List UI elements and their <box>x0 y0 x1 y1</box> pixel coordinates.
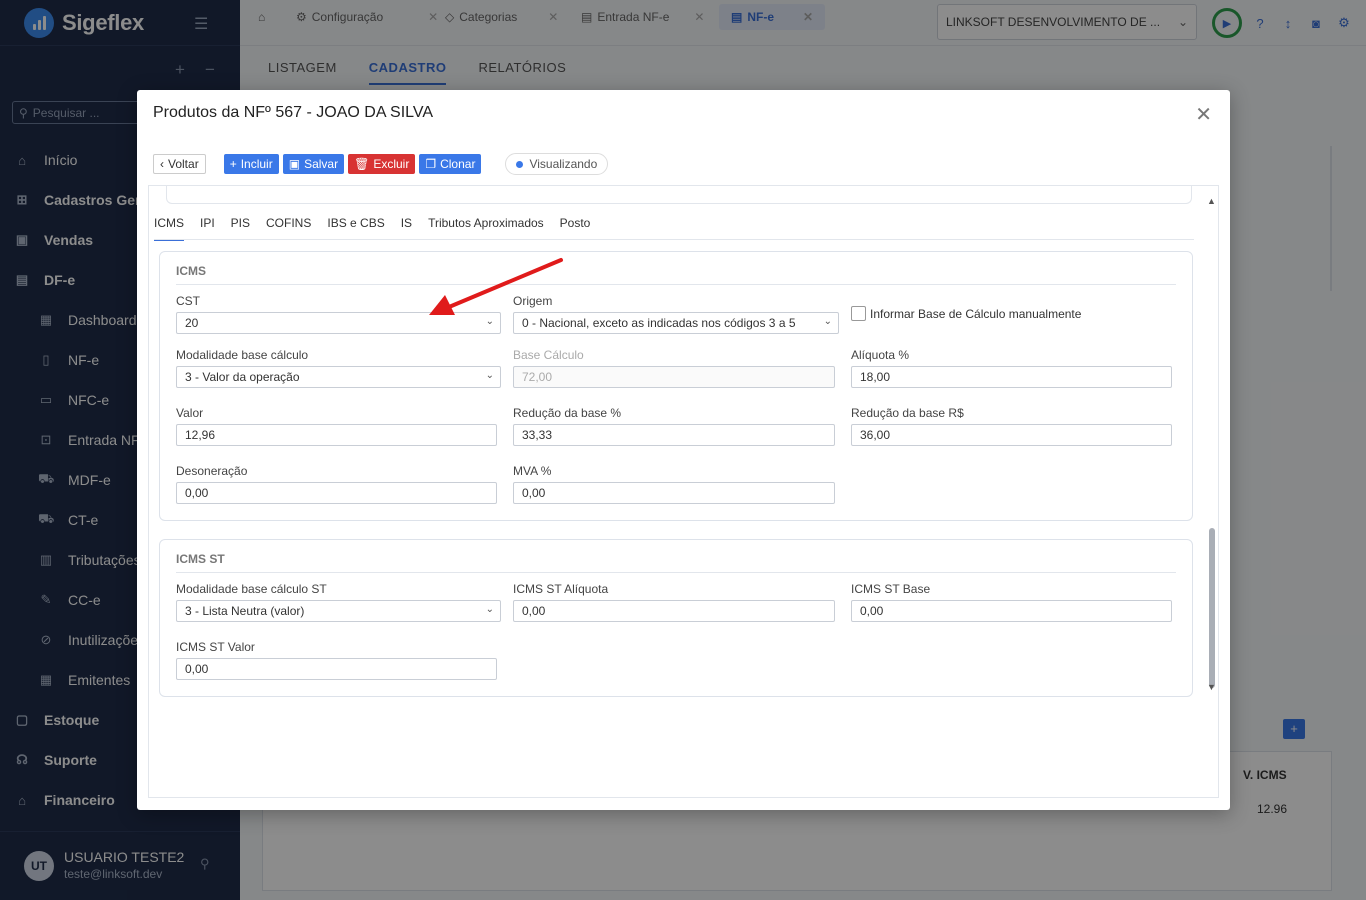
desoneracao-input[interactable]: 0,00 <box>176 482 497 504</box>
manual-base-checkbox[interactable]: Informar Base de Cálculo manualmente <box>851 306 1081 321</box>
mva-input[interactable]: 0,00 <box>513 482 835 504</box>
st-base-input[interactable]: 0,00 <box>851 600 1172 622</box>
icms-st-section: ICMS ST Modalidade base cálculo ST 3 - L… <box>159 539 1193 697</box>
toolbar: ‹ Voltar + Incluir ▣ Salvar 🗑 Excluir ❐ Clona… <box>153 153 609 175</box>
delete-button[interactable]: 🗑 Excluir <box>348 154 416 174</box>
prev-section-edge <box>166 186 1192 204</box>
tab-is[interactable]: IS <box>401 216 412 241</box>
status-badge: Visualizando <box>505 153 609 175</box>
scrollbar-thumb[interactable] <box>1209 528 1215 688</box>
chevron-down-icon: ⌄ <box>485 316 494 327</box>
manual-base-label: Informar Base de Cálculo manualmente <box>870 306 1082 321</box>
desoneracao-field: Desoneração 0,00 <box>176 464 497 504</box>
tab-tributos-aproximados[interactable]: Tributos Aproximados <box>428 216 544 241</box>
tab-ibs-cbs[interactable]: IBS e CBS <box>327 216 384 241</box>
aliquota-input[interactable]: 18,00 <box>851 366 1172 388</box>
save-button[interactable]: ▣ Salvar <box>282 154 345 174</box>
chevron-down-icon: ⌄ <box>485 604 494 615</box>
chevron-left-icon: ‹ <box>160 157 164 171</box>
st-base-label: ICMS ST Base <box>851 582 931 596</box>
mva-field: MVA % 0,00 <box>513 464 835 504</box>
reducao-pct-field: Redução da base % 33,33 <box>513 406 835 446</box>
modal-title: Produtos da NFº 567 - JOAO DA SILVA <box>153 104 434 121</box>
tab-ipi[interactable]: IPI <box>200 216 215 241</box>
clone-button[interactable]: ❐ Clonar <box>419 154 482 174</box>
mva-label: MVA % <box>513 464 552 478</box>
scroll-up-icon[interactable]: ▲ <box>1207 196 1216 206</box>
st-modalidade-field: Modalidade base cálculo ST 3 - Lista Neu… <box>176 582 501 622</box>
section-divider <box>176 572 1176 573</box>
back-button[interactable]: ‹ Voltar <box>153 154 206 174</box>
modalidade-value: 3 - Valor da operação <box>185 370 300 384</box>
tabs-divider <box>154 239 1194 240</box>
icms-section: ICMS CST 20 ⌄ Origem 0 - Nacional, exceto… <box>159 251 1193 521</box>
reducao-pct-input[interactable]: 33,33 <box>513 424 835 446</box>
products-modal: Produtos da NFº 567 - JOAO DA SILVA ✕ ‹ V… <box>137 90 1230 810</box>
tab-pis[interactable]: PIS <box>231 216 250 241</box>
valor-input[interactable]: 12,96 <box>176 424 497 446</box>
section-title: ICMS <box>176 264 206 278</box>
status-dot-icon <box>516 160 524 168</box>
st-valor-label: ICMS ST Valor <box>176 640 255 654</box>
reducao-pct-label: Redução da base % <box>513 406 622 420</box>
st-modalidade-value: 3 - Lista Neutra (valor) <box>185 604 305 618</box>
chevron-down-icon: ⌄ <box>485 370 494 381</box>
annotation-arrow-icon <box>429 258 563 315</box>
checkbox-icon[interactable] <box>851 306 866 321</box>
base-calculo-field: Base Cálculo 72,00 <box>513 348 835 388</box>
add-button[interactable]: + Incluir <box>223 154 279 174</box>
save-icon: ▣ <box>288 157 301 171</box>
clone-label: Clonar <box>440 157 476 171</box>
add-label: Incluir <box>240 157 273 171</box>
modalidade-label: Modalidade base cálculo <box>176 348 309 362</box>
tab-cofins[interactable]: COFINS <box>266 216 311 241</box>
desoneracao-label: Desoneração <box>176 464 248 478</box>
close-icon[interactable]: ✕ <box>1195 102 1212 127</box>
st-base-field: ICMS ST Base 0,00 <box>851 582 1172 622</box>
scroll-down-icon[interactable]: ▼ <box>1207 682 1216 692</box>
st-aliquota-input[interactable]: 0,00 <box>513 600 835 622</box>
delete-label: Excluir <box>373 157 410 171</box>
modalidade-field: Modalidade base cálculo 3 - Valor da ope… <box>176 348 501 388</box>
st-modalidade-select[interactable]: 3 - Lista Neutra (valor) ⌄ <box>176 600 501 622</box>
reducao-rs-field: Redução da base R$ 36,00 <box>851 406 1172 446</box>
modalidade-select[interactable]: 3 - Valor da operação ⌄ <box>176 366 501 388</box>
reducao-rs-label: Redução da base R$ <box>851 406 964 420</box>
base-calculo-input: 72,00 <box>513 366 835 388</box>
plus-icon: + <box>229 157 237 171</box>
st-valor-input[interactable]: 0,00 <box>176 658 497 680</box>
tab-icms[interactable]: ICMS <box>154 216 184 241</box>
aliquota-field: Alíquota % 18,00 <box>851 348 1172 388</box>
scrollbar[interactable]: ▲ ▼ <box>1206 196 1218 693</box>
base-calculo-label: Base Cálculo <box>513 348 584 362</box>
section-divider <box>176 284 1176 285</box>
valor-label: Valor <box>176 406 204 420</box>
chevron-down-icon: ⌄ <box>823 316 832 327</box>
st-aliquota-field: ICMS ST Alíquota 0,00 <box>513 582 835 622</box>
reducao-rs-input[interactable]: 36,00 <box>851 424 1172 446</box>
origem-value: 0 - Nacional, exceto as indicadas nos có… <box>522 316 796 330</box>
status-label: Visualizando <box>529 157 598 171</box>
cst-value: 20 <box>185 316 199 330</box>
section-title: ICMS ST <box>176 552 225 566</box>
st-aliquota-label: ICMS ST Alíquota <box>513 582 609 596</box>
save-label: Salvar <box>304 157 339 171</box>
back-label: Voltar <box>168 157 199 171</box>
tax-tabs: ICMS IPI PIS COFINS IBS e CBS IS Tributo… <box>154 216 590 241</box>
valor-field: Valor 12,96 <box>176 406 497 446</box>
st-modalidade-label: Modalidade base cálculo ST <box>176 582 327 596</box>
aliquota-label: Alíquota % <box>851 348 910 362</box>
tab-posto[interactable]: Posto <box>560 216 591 241</box>
st-valor-field: ICMS ST Valor 0,00 <box>176 640 497 680</box>
trash-icon: 🗑 <box>354 157 370 171</box>
copy-icon: ❐ <box>425 157 437 171</box>
